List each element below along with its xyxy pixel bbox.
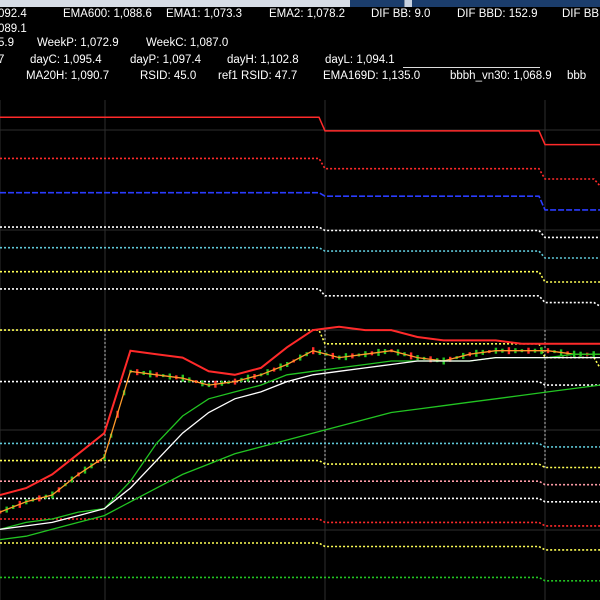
series-line-price — [0, 350, 600, 513]
readout-value: 7 — [0, 54, 5, 66]
readout-ma20h: MA20H: 1,090.7 — [26, 70, 110, 82]
readout-underline — [403, 67, 540, 68]
chart-window: 092.4 EMA600: 1,088.6 EMA1: 1,073.3 EMA2… — [0, 0, 600, 600]
readout-ema169d: EMA169D: 1,135.0 — [323, 70, 421, 82]
readout-weekp: WeekP: 1,072.9 — [37, 37, 119, 49]
readout-rsid: RSID: 45.0 — [140, 70, 197, 82]
level-line-dotted-white-4 — [0, 497, 600, 503]
readout-row-3: 5.9 WeekP: 1,072.9 WeekC: 1,087.0 — [0, 37, 600, 55]
readout-weekc: WeekC: 1,087.0 — [146, 37, 229, 49]
level-line-dotted-red-upper — [0, 157, 600, 187]
readout-ref1-rsid: ref1 RSID: 47.7 — [218, 70, 298, 82]
readout-value: 092.4 — [0, 8, 27, 20]
level-line-dashed-blue — [0, 191, 600, 211]
readout-ema600: EMA600: 1,088.6 — [63, 8, 152, 20]
readout-dayh: dayH: 1,102.8 — [227, 54, 299, 66]
level-line-dotted-yellow-4 — [0, 542, 600, 551]
level-line-solid-red-top — [0, 116, 600, 146]
readout-dayp: dayP: 1,097.4 — [130, 54, 201, 66]
readout-value: 5.9 — [0, 37, 14, 49]
level-line-dotted-green-bottom — [0, 576, 600, 582]
readout-dayl: dayL: 1,094.1 — [325, 54, 395, 66]
readout-dayc: dayC: 1,095.4 — [30, 54, 102, 66]
readout-dif-bbd: DIF BBD: 152.9 — [457, 8, 538, 20]
series-line-ema-green-slow — [0, 384, 600, 541]
readout-value: 089.1 — [0, 23, 27, 35]
readout-row-5: MA20H: 1,090.7 RSID: 45.0 ref1 RSID: 47.… — [0, 70, 600, 88]
level-line-dotted-pink — [0, 480, 600, 486]
readout-bbb: bbb — [567, 70, 587, 82]
level-line-dotted-white-2 — [0, 288, 600, 307]
level-line-dotted-white-3 — [0, 380, 600, 386]
readout-dif-bb: DIF BB: 9.0 — [371, 8, 431, 20]
level-line-dotted-yellow-1 — [0, 270, 600, 283]
readout-bbbh-vn30: bbbh_vn30: 1,068.9 — [450, 70, 552, 82]
level-line-dotted-red-lower — [0, 518, 600, 527]
level-line-dotted-white-1 — [0, 226, 600, 239]
indicator-readout: 092.4 EMA600: 1,088.6 EMA1: 1,073.3 EMA2… — [0, 7, 600, 97]
readout-ema2: EMA2: 1,078.2 — [269, 8, 346, 20]
readout-ema1: EMA1: 1,073.3 — [166, 8, 243, 20]
level-line-dotted-cyan-1 — [0, 246, 600, 259]
readout-dif-bb-2: DIF BB — [562, 8, 600, 20]
series-line-lower-band — [0, 353, 600, 530]
